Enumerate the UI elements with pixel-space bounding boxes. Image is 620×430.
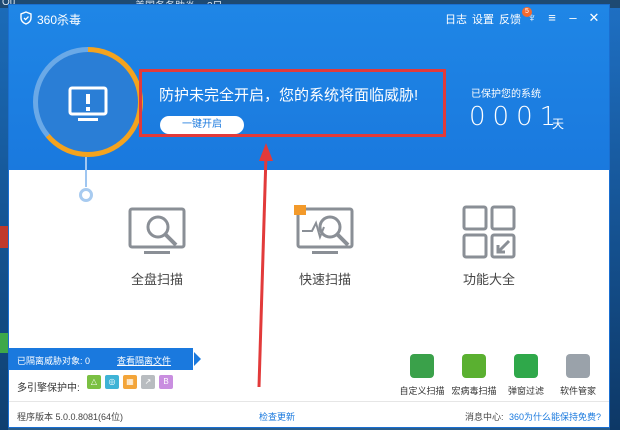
status-bar: 程序版本 5.0.0.8081(64位) 检查更新 消息中心: 360为什么能保… (9, 401, 609, 427)
popup-filter-icon (514, 354, 538, 378)
full-scan-label: 全盘扫描 (130, 272, 183, 287)
desktop-icon (0, 226, 8, 248)
warning-message: 防护未完全开启，您的系统将面临威胁! (159, 87, 419, 104)
title-bar: 360杀毒 日志 设置 反馈 ♆ 5 ≡ – ✕ (9, 5, 609, 31)
check-update-link[interactable]: 检查更新 (259, 410, 295, 423)
why-free-link[interactable]: 360为什么能保持免费? (509, 410, 601, 423)
desktop-left-strip (0, 8, 8, 430)
grid-features-icon (462, 205, 516, 259)
custom-scan-icon (410, 354, 434, 378)
protected-days-label: 已保护您的系统 (471, 89, 541, 100)
macro-scan-label: 宏病毒扫描 (451, 386, 497, 396)
engine-qvm-icon[interactable]: ◎ (105, 375, 119, 389)
minimize-icon[interactable]: – (565, 10, 581, 26)
engine-repair-icon[interactable]: ▦ (123, 375, 137, 389)
antivirus-window: 360杀毒 日志 设置 反馈 ♆ 5 ≡ – ✕ 防护未完全开启，您的系统将面临… (8, 4, 610, 428)
engine-avira-icon[interactable]: ↗ (141, 375, 155, 389)
popup-filter-tool[interactable]: 弹窗过滤 (501, 354, 551, 397)
engine-label: 多引擎保护中: (17, 383, 80, 394)
desktop-right-strip (610, 8, 620, 430)
feedback-link[interactable]: 反馈 (499, 11, 521, 27)
close-icon[interactable]: ✕ (586, 10, 602, 26)
quarantine-pointer (194, 352, 201, 366)
quarantine-bar: 已隔离威胁对象: 0 查看隔离文件 (9, 348, 201, 370)
custom-scan-tool[interactable]: 自定义扫描 (397, 354, 447, 397)
menu-icon[interactable]: ≡ (544, 10, 560, 26)
software-manager-label: 软件管家 (559, 386, 596, 396)
app-title: 360杀毒 (37, 13, 82, 27)
program-version: 程序版本 5.0.0.8081(64位) (17, 412, 124, 422)
log-link[interactable]: 日志 (445, 11, 467, 27)
full-scan-tile[interactable]: 全盘扫描 (97, 205, 217, 295)
macro-scan-icon (462, 354, 486, 378)
engine-cloud-icon[interactable]: △ (87, 375, 101, 389)
desktop-icon (0, 333, 8, 353)
settings-link[interactable]: 设置 (472, 11, 494, 27)
notification-badge: 5 (522, 7, 532, 17)
hero-panel: 360杀毒 日志 设置 反馈 ♆ 5 ≡ – ✕ 防护未完全开启，您的系统将面临… (9, 5, 609, 170)
full-scan-icon (128, 207, 186, 254)
enable-all-button[interactable]: 一键开启 (160, 116, 244, 134)
quick-scan-label: 快速扫描 (298, 272, 351, 287)
shield-logo-icon (20, 11, 32, 25)
popup-filter-label: 弹窗过滤 (507, 386, 544, 396)
quick-scan-tile[interactable]: 快速扫描 (265, 205, 385, 295)
all-features-tile[interactable]: 功能大全 (429, 205, 549, 295)
protected-days-unit: 天 (552, 117, 565, 131)
protection-status-ring[interactable] (33, 47, 143, 157)
macro-scan-tool[interactable]: 宏病毒扫描 (449, 354, 499, 397)
custom-scan-label: 自定义扫描 (399, 386, 445, 396)
software-manager-icon (566, 354, 590, 378)
protected-days-count: 0001 (469, 102, 564, 132)
monitor-warning-icon (68, 86, 108, 121)
software-manager-tool[interactable]: 软件管家 (553, 354, 603, 397)
quick-scan-icon (294, 205, 354, 254)
all-features-label: 功能大全 (462, 272, 515, 287)
quarantine-count: 已隔离威胁对象: 0 (17, 356, 91, 366)
timeline-dot (79, 188, 93, 202)
timeline-line (85, 157, 87, 187)
engine-bd-icon[interactable]: B (159, 375, 173, 389)
view-quarantine-link[interactable]: 查看隔离文件 (117, 354, 171, 367)
warning-highlight-box: 防护未完全开启，您的系统将面临威胁! 一键开启 (139, 69, 446, 137)
message-center-link[interactable]: 消息中心: (465, 410, 504, 423)
